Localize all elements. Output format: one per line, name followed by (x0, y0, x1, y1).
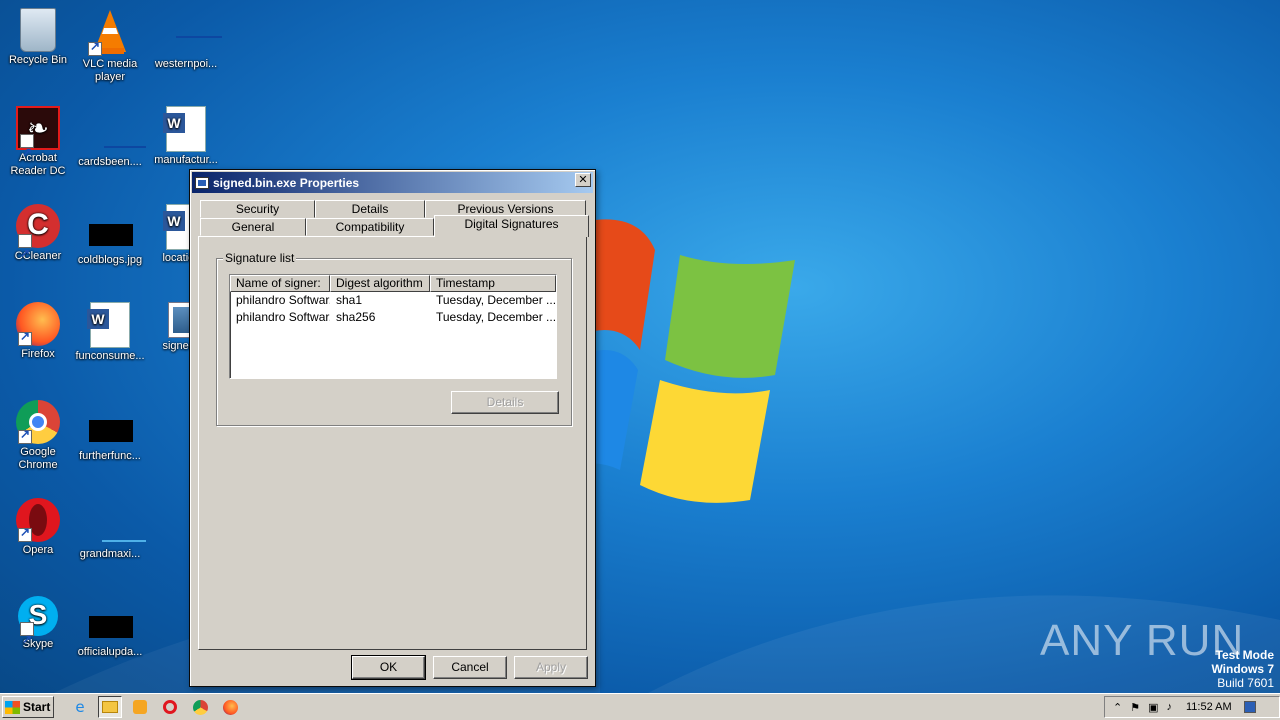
firefox-icon[interactable] (218, 696, 242, 718)
opera-icon[interactable] (158, 696, 182, 718)
show-desktop-icon[interactable] (1243, 701, 1256, 713)
ie-icon[interactable]: e (68, 696, 92, 718)
signature-list-group: Signature list Name of signer: Digest al… (216, 251, 572, 426)
dialog-title: signed.bin.exe Properties (213, 175, 360, 190)
windows-flag-icon (5, 700, 20, 714)
chrome-icon[interactable] (188, 696, 212, 718)
volume-icon[interactable]: ♪ (1167, 701, 1173, 713)
column-header-signer[interactable]: Name of signer: (230, 275, 330, 292)
tab-details[interactable]: Details (315, 200, 425, 218)
system-tray: ⌃ ⚑ ▣ ♪ 11:52 AM (1104, 696, 1280, 718)
signature-list-label: Signature list (223, 251, 297, 265)
tab-security[interactable]: Security (200, 200, 315, 218)
image-file-icon[interactable]: furtherfunc... (72, 400, 148, 463)
properties-dialog: signed.bin.exe Properties ✕ Security Det… (189, 169, 596, 687)
windows-logo-wallpaper (580, 219, 795, 503)
word-doc-icon[interactable]: W funconsume... (72, 302, 148, 363)
tab-digital-signatures[interactable]: Digital Signatures (434, 215, 589, 237)
cardsbeen-file-icon[interactable]: cardsbeen.... (72, 106, 148, 169)
show-hidden-icons-icon[interactable]: ⌃ (1113, 701, 1122, 714)
vlc-icon[interactable]: VLC media player (72, 8, 148, 84)
close-button[interactable]: ✕ (575, 173, 591, 187)
explorer-icon[interactable] (98, 696, 122, 718)
table-row[interactable]: philandro Softwar... sha1 Tuesday, Decem… (230, 292, 556, 309)
word-doc-icon[interactable]: W manufactur... (148, 106, 224, 167)
network-icon[interactable]: ▣ (1148, 701, 1158, 714)
test-mode-watermark: Test Mode Windows 7 Build 7601 (1211, 648, 1274, 690)
cancel-button[interactable]: Cancel (433, 656, 507, 679)
tab-compatibility[interactable]: Compatibility (306, 218, 434, 236)
skype-icon[interactable]: S Skype (0, 596, 76, 658)
westernpoi-file-icon[interactable]: westernpoi... (148, 8, 224, 71)
action-center-flag-icon[interactable]: ⚑ (1130, 701, 1140, 714)
table-row[interactable]: philandro Softwar... sha256 Tuesday, Dec… (230, 309, 556, 326)
clock[interactable]: 11:52 AM (1186, 701, 1232, 713)
taskbar: Start e ⌃ ⚑ ▣ ♪ 11:52 AM (0, 693, 1280, 720)
chrome-icon[interactable]: Google Chrome (0, 400, 76, 472)
apply-button[interactable]: Apply (514, 656, 588, 679)
firefox-icon[interactable]: Firefox (0, 302, 76, 361)
column-header-timestamp[interactable]: Timestamp (430, 275, 556, 292)
recycle-bin-icon[interactable]: Recycle Bin (0, 8, 76, 67)
dialog-titlebar[interactable]: signed.bin.exe Properties (192, 172, 593, 193)
column-header-digest[interactable]: Digest algorithm (330, 275, 430, 292)
signature-list-header: Name of signer: Digest algorithm Timesta… (230, 275, 556, 292)
exe-icon (195, 176, 209, 189)
acrobat-icon[interactable]: ❧ Acrobat Reader DC (0, 106, 76, 178)
ccleaner-icon[interactable]: C CCleaner (0, 204, 76, 274)
signature-list[interactable]: Name of signer: Digest algorithm Timesta… (229, 274, 557, 379)
details-button[interactable]: Details (451, 391, 559, 414)
image-file-icon[interactable]: officialupda... (72, 596, 148, 659)
ok-button[interactable]: OK (351, 655, 426, 680)
digital-signatures-panel: Signature list Name of signer: Digest al… (198, 236, 587, 650)
tab-general[interactable]: General (200, 218, 306, 236)
opera-icon[interactable]: Opera (0, 498, 76, 557)
media-player-icon[interactable] (128, 696, 152, 718)
start-button[interactable]: Start (2, 696, 54, 718)
grandmaxi-file-icon[interactable]: grandmaxi... (72, 498, 148, 561)
image-file-icon[interactable]: coldblogs.jpg (72, 204, 148, 267)
close-icon: ✕ (578, 173, 588, 186)
